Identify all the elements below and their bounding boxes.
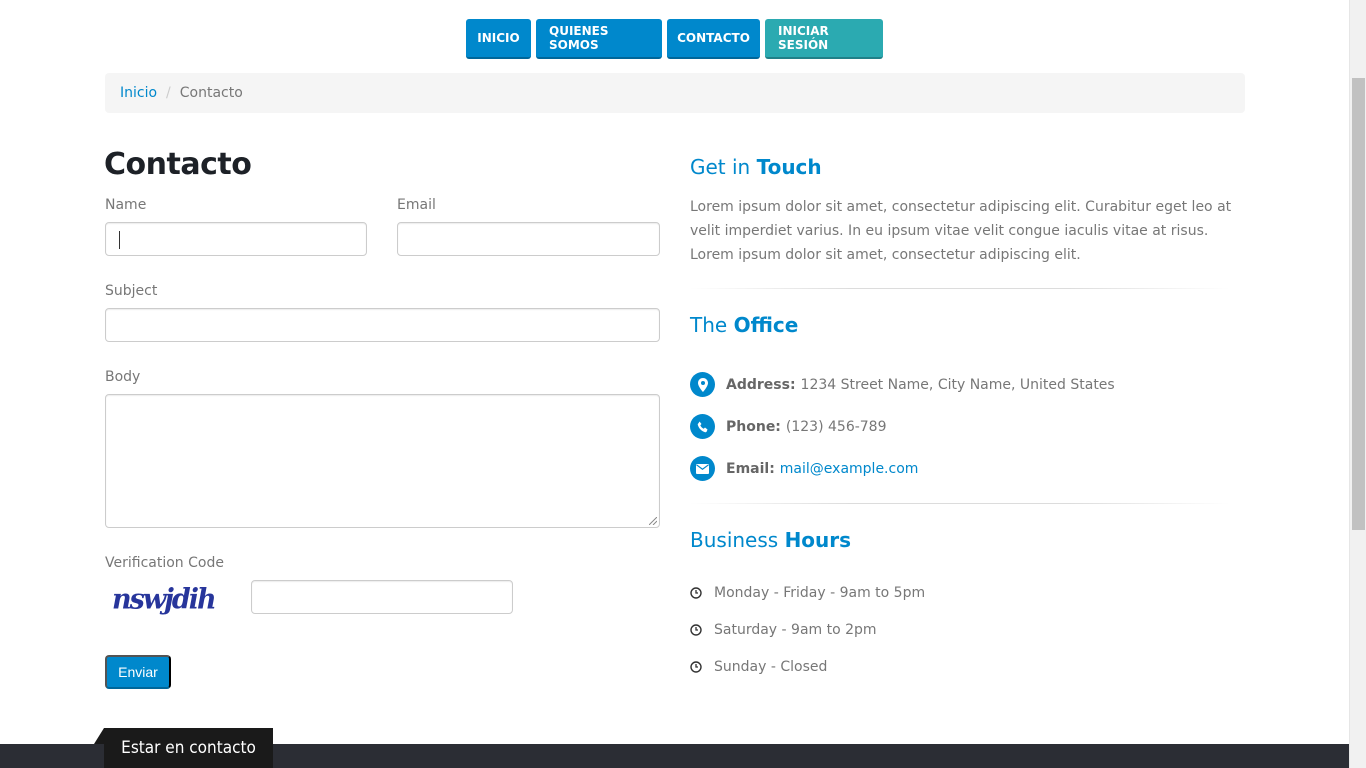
resize-grip-icon[interactable] [649, 517, 657, 525]
email-row: Email: mail@example.com [690, 456, 918, 481]
clock-icon [690, 661, 702, 673]
hours-text: Monday - Friday - 9am to 5pm [714, 585, 926, 601]
address-row: Address: 1234 Street Name, City Name, Un… [690, 372, 1115, 397]
breadcrumb-separator: / [166, 85, 171, 101]
nav-login-button[interactable]: INICIAR SESIÓN [765, 19, 883, 59]
address-value: 1234 Street Name, City Name, United Stat… [800, 376, 1115, 393]
heading-strong: Hours [784, 528, 852, 552]
verification-input[interactable] [251, 580, 513, 614]
clock-icon [690, 587, 702, 599]
body-textarea[interactable] [105, 394, 660, 528]
email-input[interactable] [397, 222, 660, 256]
heading-prefix: The [690, 313, 728, 337]
map-marker-icon [690, 372, 715, 397]
text-cursor [119, 231, 120, 249]
heading-prefix: Get in [690, 155, 751, 179]
business-hours-heading: Business Hours [690, 528, 851, 552]
phone-value: (123) 456-789 [785, 418, 887, 435]
page-title: Contacto [104, 147, 252, 182]
footer-ribbon: Estar en contacto [104, 728, 273, 768]
body-label: Body [105, 369, 141, 385]
captcha-image[interactable]: nswjdih [112, 583, 217, 616]
breadcrumb-home-link[interactable]: Inicio [120, 85, 157, 101]
office-heading: The Office [690, 313, 798, 337]
get-in-touch-heading: Get in Touch [690, 155, 822, 179]
divider [690, 503, 1230, 504]
clock-icon [690, 624, 702, 636]
hours-text: Sunday - Closed [714, 659, 828, 675]
touch-description: Lorem ipsum dolor sit amet, consectetur … [690, 199, 1232, 263]
divider [690, 288, 1230, 289]
hours-item: Monday - Friday - 9am to 5pm [690, 585, 925, 601]
subject-label: Subject [105, 283, 158, 299]
breadcrumb-current: Contacto [179, 85, 243, 101]
name-label: Name [105, 197, 147, 213]
address-label: Address: [726, 376, 796, 393]
ribbon-fold [94, 728, 104, 744]
nav-inicio-button[interactable]: INICIO [466, 19, 531, 59]
phone-row: Phone: (123) 456-789 [690, 414, 887, 439]
envelope-icon [690, 456, 715, 481]
name-input[interactable] [105, 222, 367, 256]
subject-input[interactable] [105, 308, 660, 342]
email-label: Email [397, 197, 436, 213]
top-nav: INICIO QUIENES SOMOS CONTACTO INICIAR SE… [0, 19, 1349, 59]
hours-text: Saturday - 9am to 2pm [714, 622, 877, 638]
nav-quienes-somos-button[interactable]: QUIENES SOMOS [536, 19, 662, 59]
submit-button[interactable]: Enviar [105, 655, 171, 689]
email-label: Email: [726, 460, 775, 477]
verification-label: Verification Code [105, 555, 224, 571]
scrollbar-thumb[interactable] [1352, 78, 1365, 530]
hours-item: Saturday - 9am to 2pm [690, 622, 877, 638]
phone-icon [690, 414, 715, 439]
email-link[interactable]: mail@example.com [780, 461, 919, 477]
heading-prefix: Business [690, 528, 779, 552]
page-scrollbar[interactable] [1349, 0, 1366, 768]
heading-strong: Touch [756, 155, 822, 179]
breadcrumb: Inicio / Contacto [105, 73, 1245, 113]
heading-strong: Office [733, 313, 799, 337]
nav-contacto-button[interactable]: CONTACTO [667, 19, 760, 59]
phone-label: Phone: [726, 418, 781, 435]
hours-item: Sunday - Closed [690, 659, 827, 675]
